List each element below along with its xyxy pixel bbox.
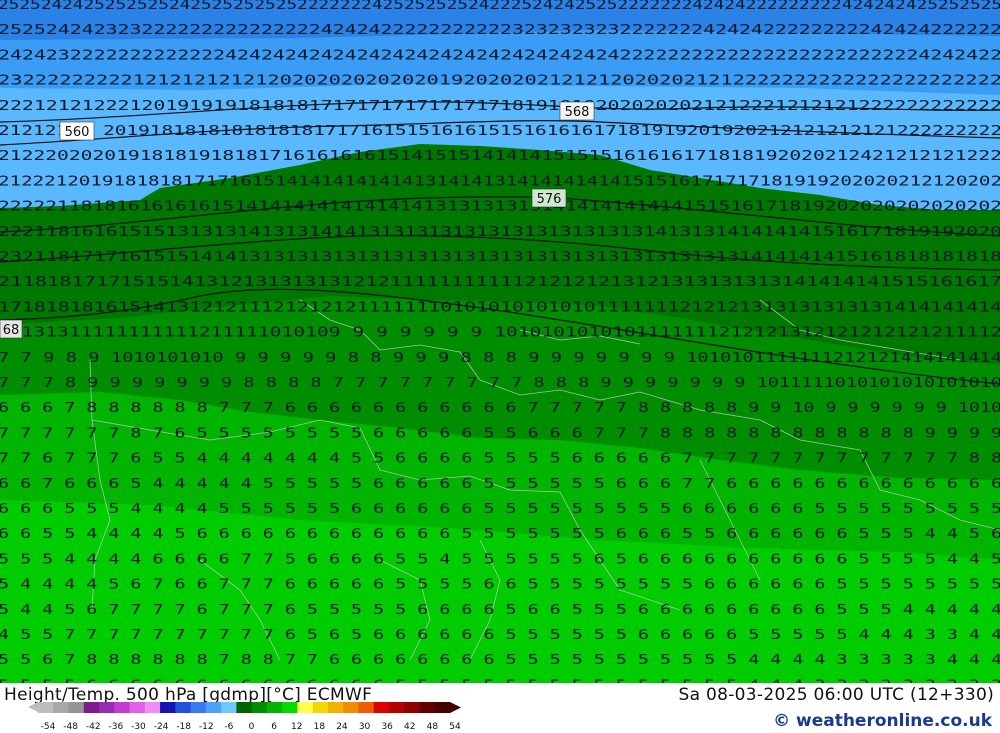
legend-swatch xyxy=(266,702,283,713)
temperature-value-row: 5 5 6 7 8 8 8 8 8 8 7 8 8 7 7 6 6 6 6 6 … xyxy=(0,653,1000,668)
legend-tick-label: 54 xyxy=(449,722,461,732)
svg-text:576: 576 xyxy=(537,192,562,207)
legend-swatch xyxy=(312,702,329,713)
temperature-value-row: 2118181717151514131213131313121211111111… xyxy=(0,275,1000,290)
contour-label-560: 560 xyxy=(59,121,95,141)
temperature-value-row: 7 7 9 8 9 1010101010 9 9 9 9 9 8 8 9 9 9… xyxy=(0,351,1000,366)
legend-swatch xyxy=(175,702,192,713)
brand-logo-text[interactable]: © weatheronline.co.uk xyxy=(773,711,992,731)
legend-swatch xyxy=(205,702,222,713)
legend-swatches xyxy=(38,702,451,713)
legend-swatch xyxy=(282,702,298,713)
legend-swatch xyxy=(144,702,161,713)
contour-label-576: 576 xyxy=(531,188,567,208)
temperature-value-row: 5 4 4 5 6 7 7 7 7 6 7 7 7 6 5 5 5 5 5 6 … xyxy=(0,603,1000,618)
legend-tick-label: 48 xyxy=(427,722,439,732)
temperature-value-row: 21212121 2019181818181818181717161515161… xyxy=(0,124,1000,139)
legend-swatch xyxy=(221,702,237,713)
legend-tick-label: 36 xyxy=(381,722,393,732)
legend-swatch xyxy=(358,702,375,713)
temperature-value-row: 2222211818161616161514141414141414141313… xyxy=(0,200,1000,215)
temperature-value-row: 4 5 5 7 7 7 7 7 7 7 7 7 7 6 5 6 5 6 6 6 … xyxy=(0,628,1000,643)
legend-swatch xyxy=(53,702,70,713)
map-footer: Height/Temp. 500 hPa [gdmp][°C] ECMWF Sa… xyxy=(0,683,1000,733)
temperature-value-row: 7 7 7 8 9 9 9 9 9 9 9 8 8 8 8 7 7 7 7 7 … xyxy=(0,376,1000,391)
temperature-value-row: 2122212019181818171716151414141414141314… xyxy=(0,174,1000,189)
temperature-value-row: 1718181816151413121211121212121111111010… xyxy=(0,300,1000,315)
temperature-value-row: 6 6 5 5 4 4 4 4 5 6 6 6 6 6 6 6 6 6 6 6 … xyxy=(0,527,1000,542)
legend-tick-label: -36 xyxy=(108,722,123,732)
weather-map: 2525242425252525242525252525222222242525… xyxy=(0,0,1000,683)
legend-swatch xyxy=(99,702,115,713)
color-scale-legend: -54 -48 -42 -36 -30 -24 -18 -12 -6 0 6 12 18 24 30 36 42… xyxy=(28,702,461,732)
legend-swatch xyxy=(190,702,207,713)
legend-swatch xyxy=(38,702,54,713)
temperature-value-row: 7 7 6 7 7 7 6 5 5 4 4 4 4 4 4 4 5 5 6 6 … xyxy=(0,452,1000,467)
legend-swatch xyxy=(236,702,253,713)
temperature-value-row: 5 4 4 4 4 5 6 7 6 6 7 7 7 6 6 6 6 6 5 5 … xyxy=(0,578,1000,593)
temperature-value-row: 2321181717161515141413131313131313131313… xyxy=(0,250,1000,265)
legend-swatch xyxy=(434,702,451,713)
legend-tick-label: -42 xyxy=(86,722,101,732)
temperature-value-row: 2525242425252525242525252525222222242525… xyxy=(0,0,1000,13)
valid-time: Sa 08-03-2025 06:00 UTC (12+330) xyxy=(678,685,994,705)
temperature-value-row: 6 6 6 7 8 8 8 8 8 8 7 7 7 6 6 6 6 6 6 6 … xyxy=(0,401,1000,416)
legend-swatch xyxy=(83,702,100,713)
legend-tick-label: 24 xyxy=(336,722,348,732)
temperature-value-row: 2221181616151513131314131314141313131313… xyxy=(0,225,1000,240)
legend-swatch xyxy=(297,702,314,713)
legend-tick-label: -48 xyxy=(63,722,78,732)
legend-swatch xyxy=(373,702,390,713)
legend-tick-label: 0 xyxy=(249,722,255,732)
legend-tick-label: 12 xyxy=(291,722,302,732)
legend-tick-label: -12 xyxy=(199,722,214,732)
legend-swatch xyxy=(327,702,344,713)
legend-ticks: -54 -48 -42 -36 -30 -24 -18 -12 -6 0 6 12 18 24 30 36 42… xyxy=(41,722,461,732)
legend-tick-label: 6 xyxy=(271,722,277,732)
legend-swatch xyxy=(343,702,359,713)
svg-text:560: 560 xyxy=(65,125,90,140)
contour-label-68: 68 xyxy=(0,319,23,339)
temperature-value-row: 12131311111111111211111010109 9 9 9 9 9 … xyxy=(0,326,1000,341)
svg-text:568: 568 xyxy=(565,105,590,120)
temperature-value-row: 2322222222212121212121202020202020201920… xyxy=(0,74,1000,89)
legend-tick-label: 18 xyxy=(314,722,326,732)
legend-swatch xyxy=(114,702,131,713)
legend-tick-label: -6 xyxy=(224,722,233,732)
legend-swatch xyxy=(68,702,85,713)
legend-tick-label: -24 xyxy=(154,722,169,732)
legend-swatch xyxy=(160,702,176,713)
legend-swatch xyxy=(404,702,420,713)
temperature-value-row: 5 5 5 4 4 4 4 6 6 6 6 7 7 5 6 6 6 6 5 5 … xyxy=(0,552,1000,567)
temperature-value-row: 6 6 7 6 6 6 5 4 4 4 4 4 5 5 5 5 5 6 6 6 … xyxy=(0,477,1000,492)
legend-swatch xyxy=(419,702,436,713)
legend-swatch xyxy=(388,702,405,713)
temperature-value-row: 2221212122212019191918181817171717171717… xyxy=(0,99,1000,114)
temperature-value-row: 2122202020191818191818171616161615141515… xyxy=(0,149,1000,164)
legend-left-arrow xyxy=(28,702,38,712)
legend-tick-label: -18 xyxy=(176,722,191,732)
temperature-value-row: 6 6 6 5 5 5 4 4 4 4 5 5 5 5 5 5 6 6 6 6 … xyxy=(0,502,1000,517)
legend-right-arrow xyxy=(450,702,461,713)
map-viewport: 2525242425252525242525252525222222242525… xyxy=(0,0,1000,733)
legend-tick-label: 42 xyxy=(404,722,415,732)
temperature-value-row: 2525242423232222222222222224242422222222… xyxy=(0,23,1000,38)
legend-swatch xyxy=(251,702,268,713)
legend-tick-label: -30 xyxy=(131,722,146,732)
contour-label-568: 568 xyxy=(559,101,595,121)
svg-text:68: 68 xyxy=(3,323,20,338)
temperature-value-row: 7 7 7 7 7 7 8 7 6 5 5 5 5 5 5 5 5 6 6 6 … xyxy=(0,426,1000,441)
legend-swatch xyxy=(129,702,146,713)
temperature-value-row: 2424232222222222222424242424242424242424… xyxy=(0,48,1000,63)
legend-tick-label: -54 xyxy=(41,722,56,732)
legend-tick-label: 30 xyxy=(359,722,371,732)
